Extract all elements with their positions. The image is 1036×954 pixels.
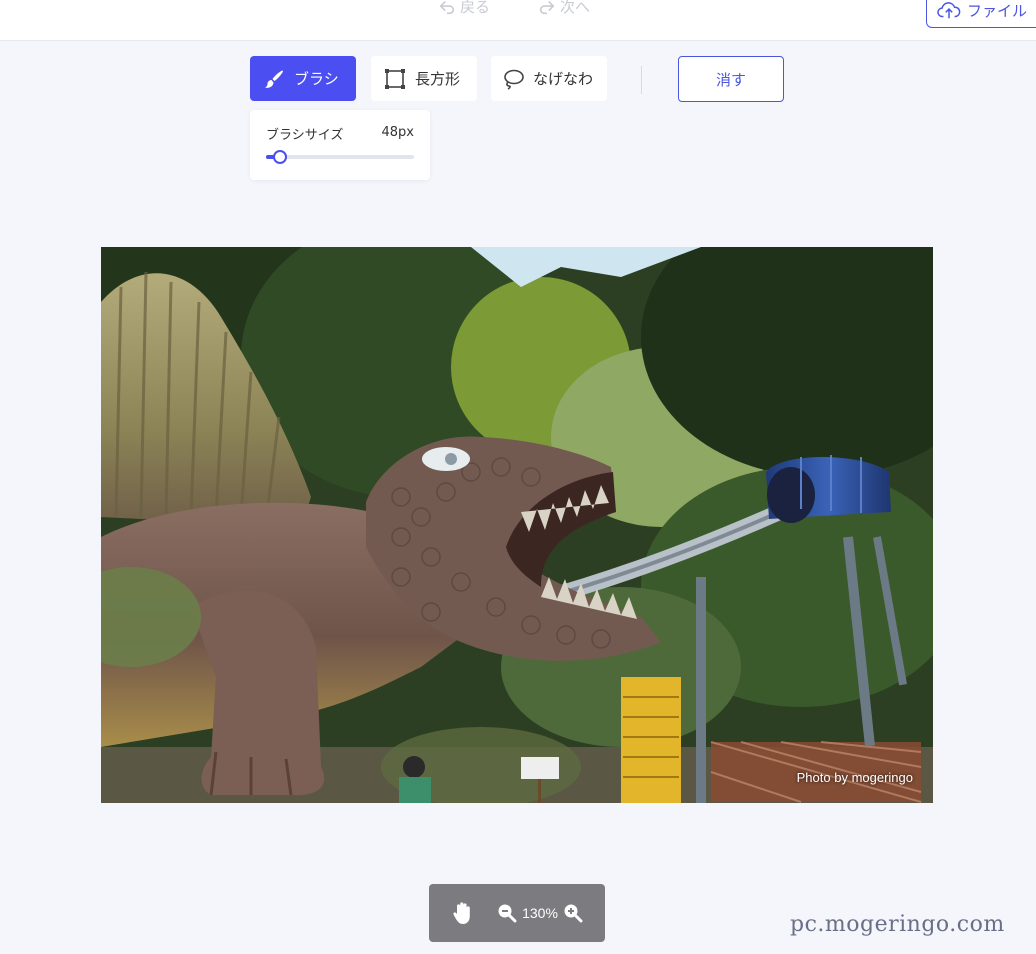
- lasso-tool-label: なげなわ: [533, 70, 594, 88]
- rectangle-tool-label: 長方形: [415, 70, 461, 88]
- erase-button[interactable]: 消す: [678, 56, 784, 102]
- photo-credit: Photo by mogeringo: [796, 770, 913, 785]
- zoom-out-icon[interactable]: [497, 903, 517, 923]
- lasso-tool-button[interactable]: なげなわ: [491, 56, 607, 101]
- cloud-upload-icon: [937, 2, 961, 19]
- brush-size-value: 48px: [381, 125, 415, 140]
- top-bar: 戻る 次へ ファイル: [0, 0, 1036, 41]
- redo-icon: [539, 0, 555, 14]
- undo-label: 戻る: [460, 0, 491, 16]
- rectangle-tool-button[interactable]: 長方形: [371, 56, 477, 101]
- brush-tool-button[interactable]: ブラシ: [250, 56, 356, 101]
- slider-thumb[interactable]: [273, 150, 288, 164]
- brush-size-panel: ブラシサイズ 48px: [250, 110, 430, 180]
- zoom-level: 130%: [522, 905, 558, 921]
- rectangle-icon: [385, 68, 405, 89]
- redo-label: 次へ: [560, 0, 591, 16]
- redo-button[interactable]: 次へ: [538, 0, 590, 17]
- brush-tool-label: ブラシ: [294, 70, 339, 88]
- undo-button[interactable]: 戻る: [438, 0, 490, 17]
- brush-icon: [265, 70, 283, 88]
- image-canvas[interactable]: Photo by mogeringo: [101, 247, 933, 803]
- site-watermark: pc.mogeringo.com: [790, 912, 1005, 937]
- upload-file-button[interactable]: ファイル: [926, 0, 1036, 28]
- brush-size-label: ブラシサイズ: [266, 128, 344, 143]
- dinosaur-slide-photo: [101, 247, 933, 803]
- undo-icon: [439, 0, 455, 14]
- zoom-in-icon[interactable]: [563, 903, 583, 923]
- hand-pan-icon[interactable]: [451, 900, 475, 926]
- brush-size-slider[interactable]: [266, 150, 414, 164]
- zoom-toolbar: 130%: [429, 884, 605, 942]
- toolbar-divider: [641, 66, 642, 94]
- upload-label: ファイル: [967, 1, 1028, 20]
- lasso-icon: [504, 69, 524, 90]
